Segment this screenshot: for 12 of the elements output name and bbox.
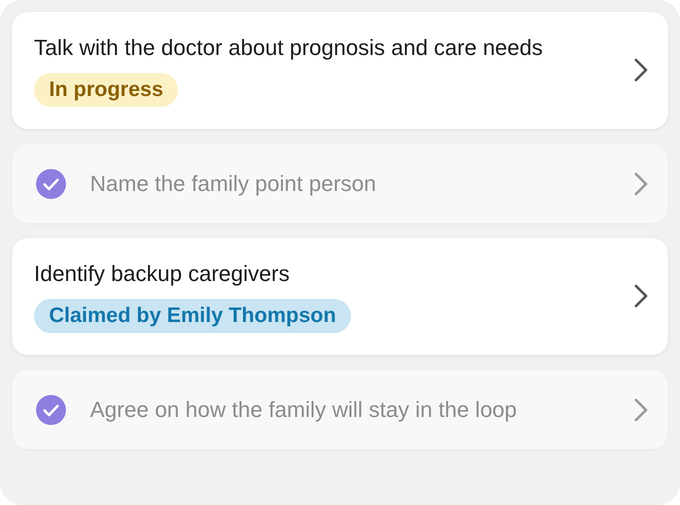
chevron-right-icon	[634, 58, 648, 82]
task-title: Name the family point person	[90, 170, 376, 198]
task-title: Talk with the doctor about prognosis and care needs	[34, 34, 543, 62]
task-title: Agree on how the family will stay in the loop	[90, 396, 517, 424]
task-title: Identify backup caregivers	[34, 260, 290, 288]
task-card[interactable]: Identify backup caregivers Claimed by Emily Thompson	[12, 238, 668, 355]
status-badge: In progress	[34, 73, 178, 107]
chevron-right-icon	[634, 284, 648, 308]
status-badge: Claimed by Emily Thompson	[34, 299, 352, 333]
chevron-right-icon	[634, 398, 648, 422]
chevron-right-icon	[634, 172, 648, 196]
task-card[interactable]: Talk with the doctor about prognosis and care needs In progress	[12, 12, 668, 129]
